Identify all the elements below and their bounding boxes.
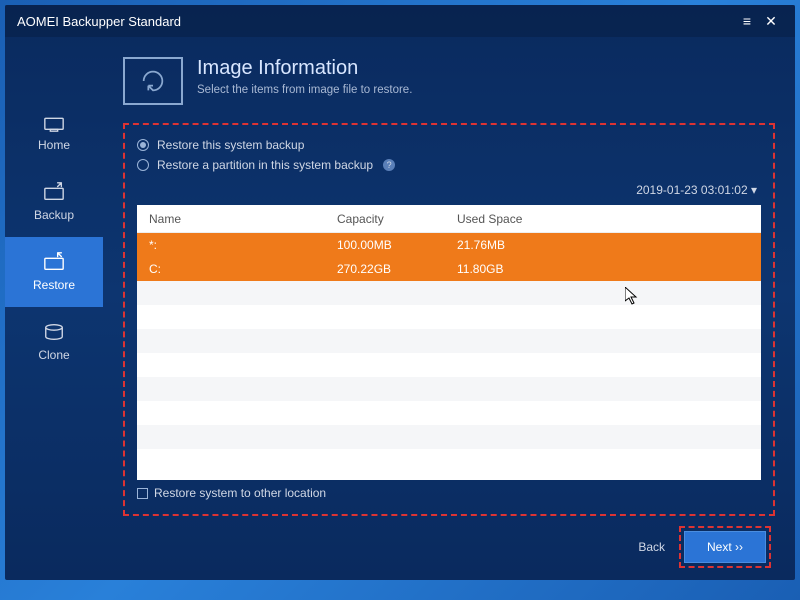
page-header: Image Information Select the items from … — [123, 57, 775, 105]
cell-capacity: 270.22GB — [337, 262, 457, 276]
footer: Back Next ›› — [123, 526, 775, 568]
empty-row — [137, 305, 761, 329]
radio-icon — [137, 159, 149, 171]
timestamp-dropdown[interactable]: 2019-01-23 03:01:02 ▾ — [137, 183, 757, 197]
radio-restore-partition[interactable]: Restore a partition in this system backu… — [137, 158, 761, 172]
next-button[interactable]: Next ›› — [684, 531, 766, 563]
col-header-capacity: Capacity — [337, 212, 457, 226]
checkbox-label: Restore system to other location — [154, 486, 326, 500]
app-window: AOMEI Backupper Standard ≡ ✕ Home Backup… — [5, 5, 795, 580]
sidebar-item-restore[interactable]: Restore — [5, 237, 103, 307]
empty-row — [137, 401, 761, 425]
checkbox-icon — [137, 488, 148, 499]
sidebar-item-backup[interactable]: Backup — [5, 167, 103, 237]
page-icon — [123, 57, 183, 105]
empty-row — [137, 353, 761, 377]
radio-label: Restore this system backup — [157, 138, 304, 152]
window-body: Home Backup Restore Clone Image Inf — [5, 37, 795, 580]
home-icon — [43, 112, 65, 132]
next-highlight: Next ›› — [679, 526, 771, 568]
sidebar-item-clone[interactable]: Clone — [5, 307, 103, 377]
cell-capacity: 100.00MB — [337, 238, 457, 252]
radio-restore-system[interactable]: Restore this system backup — [137, 138, 761, 152]
cell-used: 11.80GB — [457, 262, 761, 276]
close-icon[interactable]: ✕ — [759, 9, 783, 33]
col-header-name: Name — [137, 212, 337, 226]
sidebar-item-label: Clone — [38, 348, 69, 362]
empty-row — [137, 377, 761, 401]
backup-icon — [43, 182, 65, 202]
cell-name: *: — [137, 238, 337, 252]
sidebar-item-label: Home — [38, 138, 70, 152]
cell-name: C: — [137, 262, 337, 276]
sidebar: Home Backup Restore Clone — [5, 37, 103, 580]
page-subtitle: Select the items from image file to rest… — [197, 84, 412, 96]
table-row[interactable]: *: 100.00MB 21.76MB — [137, 233, 761, 257]
timestamp-value: 2019-01-23 03:01:02 ▾ — [636, 183, 757, 197]
sidebar-item-label: Backup — [34, 208, 74, 222]
checkbox-other-location[interactable]: Restore system to other location — [137, 486, 761, 500]
sidebar-item-home[interactable]: Home — [5, 97, 103, 167]
table-header: Name Capacity Used Space — [137, 205, 761, 233]
table-row[interactable]: C: 270.22GB 11.80GB — [137, 257, 761, 281]
empty-row — [137, 281, 761, 305]
titlebar: AOMEI Backupper Standard ≡ ✕ — [5, 5, 795, 37]
page-title: Image Information — [197, 57, 412, 80]
empty-row — [137, 425, 761, 449]
partition-table: Name Capacity Used Space *: 100.00MB 21.… — [137, 205, 761, 480]
empty-row — [137, 329, 761, 353]
sidebar-item-label: Restore — [33, 278, 75, 292]
highlight-region: Restore this system backup Restore a par… — [123, 123, 775, 516]
restore-icon — [43, 252, 65, 272]
menu-icon[interactable]: ≡ — [735, 9, 759, 33]
radio-label: Restore a partition in this system backu… — [157, 158, 373, 172]
radio-icon — [137, 139, 149, 151]
page-header-text: Image Information Select the items from … — [197, 57, 412, 105]
col-header-used: Used Space — [457, 212, 761, 226]
cell-used: 21.76MB — [457, 238, 761, 252]
clone-icon — [43, 322, 65, 342]
info-icon[interactable]: ? — [383, 159, 395, 171]
app-title: AOMEI Backupper Standard — [17, 14, 735, 29]
content: Image Information Select the items from … — [103, 37, 795, 580]
back-button[interactable]: Back — [638, 540, 665, 554]
restore-page-icon — [139, 67, 167, 95]
